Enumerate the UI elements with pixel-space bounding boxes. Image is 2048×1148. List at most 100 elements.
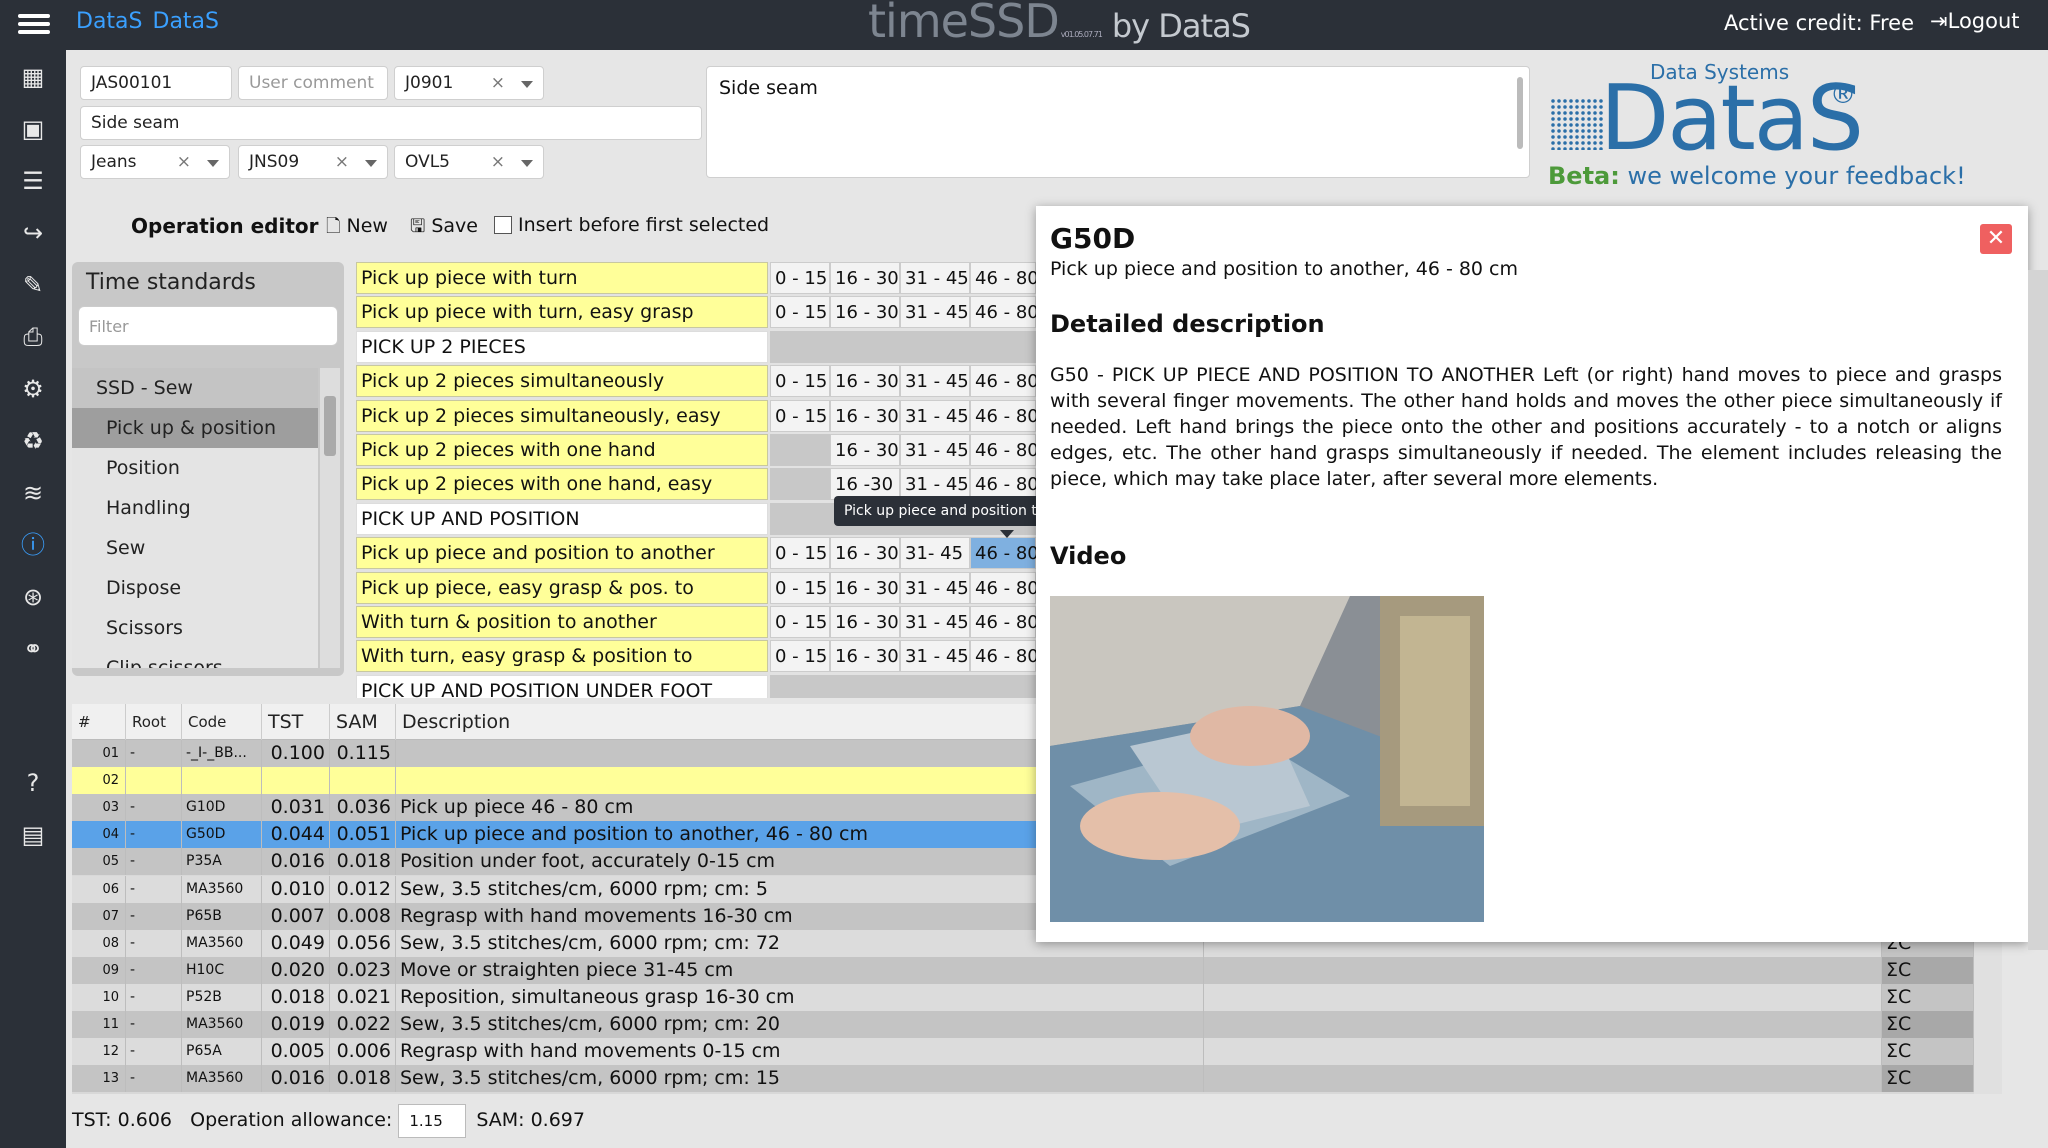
grid-element-name[interactable]: With turn & position to another [356,606,768,638]
grid-range-cell[interactable]: 16 - 30 [830,365,900,398]
chevron-down-icon[interactable] [521,160,533,167]
grid-range-cell[interactable]: 0 - 15 [770,262,830,294]
checkbox[interactable] [494,216,512,234]
select-ovl5[interactable]: OVL5 × [394,145,544,179]
column-header[interactable]: SAM [330,704,396,740]
video-player[interactable] [1050,596,1484,922]
brand-text-1[interactable]: DataS [76,9,143,34]
tree-item[interactable]: Scissors [72,608,318,648]
grid-range-cell[interactable]: 31 - 45 [900,296,970,329]
textarea-scrollbar[interactable] [1517,77,1523,149]
close-icon[interactable]: ✕ [1980,224,2012,254]
tree-item[interactable]: Sew [72,528,318,568]
lifebuoy-icon[interactable]: ⊛ [16,580,50,614]
table-row[interactable]: 09- H10C 0.020 0.023 Move or straighten piec… [72,956,2002,984]
brand-text-2[interactable]: DataS [153,9,220,34]
grid-element-name[interactable]: Pick up 2 pieces with one hand [356,434,768,466]
select-jeans[interactable]: Jeans × [80,145,230,179]
column-header[interactable]: Root [126,704,182,740]
page-scrollbar[interactable] [2028,270,2048,950]
grid-range-cell[interactable]: 31 - 45 [900,640,970,673]
grid-range-cell[interactable]: 46 - 80 [970,537,1036,570]
grid-range-cell[interactable]: 16 - 30 [830,296,900,329]
info-icon[interactable]: ⓘ [16,528,50,562]
table-row[interactable]: 10- P52B 0.018 0.021 Reposition, simultaneou… [72,983,2002,1011]
document-icon[interactable]: ▤ [16,818,50,852]
tree-scrollbar[interactable] [320,368,340,668]
row-sum-marker[interactable]: ΣC [1882,1065,1974,1093]
operation-description-textarea[interactable]: Side seam [706,66,1530,178]
row-sum-marker[interactable]: ΣC [1882,956,1974,984]
rss-icon[interactable]: ≋ [16,476,50,510]
grid-range-cell[interactable]: 46 - 80 [970,365,1036,398]
column-header[interactable]: Code [182,704,262,740]
grid-range-cell[interactable]: 31 - 45 [900,365,970,398]
tree-item[interactable]: Handling [72,488,318,528]
grid-range-cell[interactable]: 0 - 15 [770,571,830,604]
user-comment-field[interactable]: User comment [238,66,388,100]
grid-range-cell[interactable]: 31 - 45 [900,571,970,604]
recycle-icon[interactable]: ♻ [16,424,50,458]
grid-range-cell[interactable]: 46 - 80 [970,296,1036,329]
handshake-icon[interactable]: ⚭ [16,632,50,666]
briefcase-icon[interactable]: ▣ [16,112,50,146]
column-header[interactable]: # [72,704,126,740]
grid-range-cell[interactable]: 31 - 45 [900,434,970,466]
grid-range-cell[interactable]: 31 - 45 [900,606,970,638]
operation-name-field[interactable]: Side seam [80,106,702,140]
grid-element-name[interactable]: Pick up piece with turn [356,262,768,294]
chevron-down-icon[interactable] [365,160,377,167]
grid-range-cell[interactable]: 31 - 45 [900,262,970,294]
grid-range-cell[interactable]: 31- 45 [900,537,970,570]
grid-range-cell[interactable]: 16 - 30 [830,262,900,294]
grid-range-cell[interactable]: 46 - 80 [970,606,1036,638]
tree-item[interactable]: Clip scissors [72,648,318,668]
table-row[interactable]: 13- MA3560 0.016 0.018 Sew, 3.5 stitches/cm,… [72,1065,2002,1093]
tree-item[interactable]: Dispose [72,568,318,608]
help-icon[interactable]: ? [16,766,50,800]
grid-range-cell[interactable]: 46 - 80 [970,262,1036,294]
grid-element-name[interactable]: Pick up piece and position to another [356,537,768,570]
column-header[interactable]: TST [262,704,330,740]
chevron-down-icon[interactable] [207,160,219,167]
grid-range-cell[interactable]: 0 - 15 [770,537,830,570]
tree-item[interactable]: Position [72,448,318,488]
table-row[interactable]: 11- MA3560 0.019 0.022 Sew, 3.5 stitches/cm,… [72,1011,2002,1038]
scroll-thumb[interactable] [324,396,336,456]
allowance-input[interactable]: 1.15 [398,1103,467,1138]
database-icon[interactable]: ☰ [16,164,50,198]
grid-range-cell[interactable]: 16 - 30 [830,606,900,638]
grid-range-cell[interactable]: 46 - 80 [970,399,1036,432]
grid-range-cell[interactable]: 0 - 15 [770,640,830,673]
grid-range-cell[interactable]: 16 - 30 [830,537,900,570]
clear-icon[interactable]: × [491,67,505,99]
grid-element-name[interactable]: With turn, easy grasp & position to anot… [356,640,768,698]
grid-range-cell[interactable]: 31 - 45 [900,399,970,432]
grid-range-cell[interactable]: 0 - 15 [770,399,830,432]
beta-feedback[interactable]: Beta: we welcome your feedback! [1548,162,1966,190]
save-button[interactable]: 🖫 Save [410,214,478,244]
logout-button[interactable]: ⇥Logout [1930,9,2020,33]
table-icon[interactable]: ▦ [16,60,50,94]
menu-icon[interactable] [18,10,50,38]
grid-range-cell[interactable]: 46 - 80 [970,434,1036,466]
grid-element-name[interactable]: Pick up 2 pieces simultaneously [356,365,768,398]
grid-element-name[interactable]: Pick up piece with turn, easy grasp [356,296,768,329]
share-icon[interactable]: ↪ [16,216,50,250]
select-j0901[interactable]: J0901 × [394,66,544,100]
clear-icon[interactable]: × [335,146,349,178]
brand[interactable]: DataS DataS [76,9,219,34]
grid-range-cell[interactable]: 16 - 30 [830,434,900,466]
grid-range-cell[interactable]: 16 - 30 [830,399,900,432]
insert-before-checkbox[interactable]: Insert before first selected [494,214,769,236]
filter-input[interactable]: Filter [78,306,338,346]
grid-element-name[interactable]: Pick up 2 pieces with one hand, easy gra… [356,468,768,526]
row-sum-marker[interactable]: ΣC [1882,1011,1974,1038]
grid-range-cell[interactable]: 16 - 30 [830,571,900,604]
printer-icon[interactable]: ⎙ [16,320,50,354]
grid-range-cell[interactable]: 46 - 80 [970,571,1036,604]
tree-item[interactable]: Pick up & position [72,408,318,448]
wrench-icon[interactable]: ✎ [16,268,50,302]
clear-icon[interactable]: × [491,146,505,178]
grid-element-name[interactable]: Pick up piece, easy grasp & pos. to anot… [356,571,768,630]
